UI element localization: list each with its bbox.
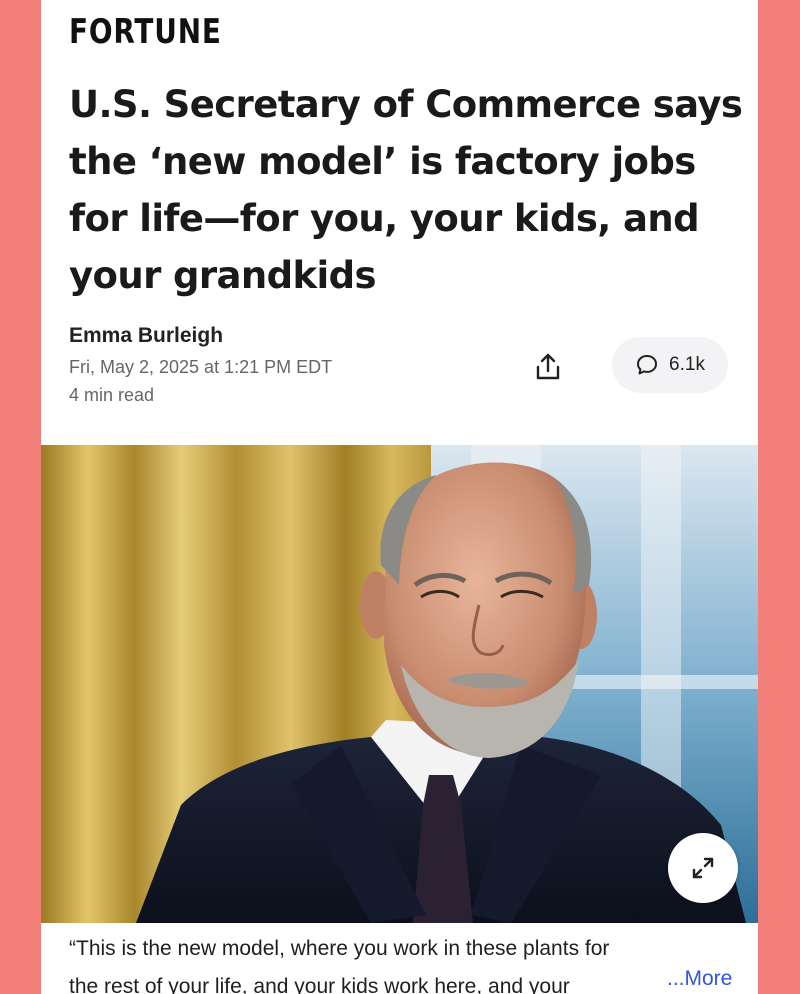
expand-photo-button[interactable] [668,833,738,903]
comment-count: 6.1k [669,354,705,375]
caption-line-2: the rest of your life, and your kids wor… [69,975,570,994]
portrait-illustration [41,445,758,923]
comments-button[interactable]: 6.1k [612,337,728,393]
comment-icon [637,355,658,375]
photo-caption: “This is the new model, where you work i… [69,930,709,994]
article-card: FORTUNE U.S. Secretary of Commerce says … [41,0,758,994]
article-photo[interactable] [41,445,758,923]
share-icon [536,353,560,380]
publish-date: Fri, May 2, 2025 at 1:21 PM EDT [69,357,333,377]
caption-line-1: “This is the new model, where you work i… [69,937,610,960]
read-more-link[interactable]: ...More [661,967,733,991]
author-name[interactable]: Emma Burleigh [69,324,223,348]
brand-logo[interactable]: FORTUNE [69,12,222,52]
read-time: 4 min read [69,385,155,405]
expand-icon [692,857,714,879]
share-button[interactable] [526,345,570,389]
article-headline: U.S. Secretary of Commerce says the ‘new… [69,83,743,297]
